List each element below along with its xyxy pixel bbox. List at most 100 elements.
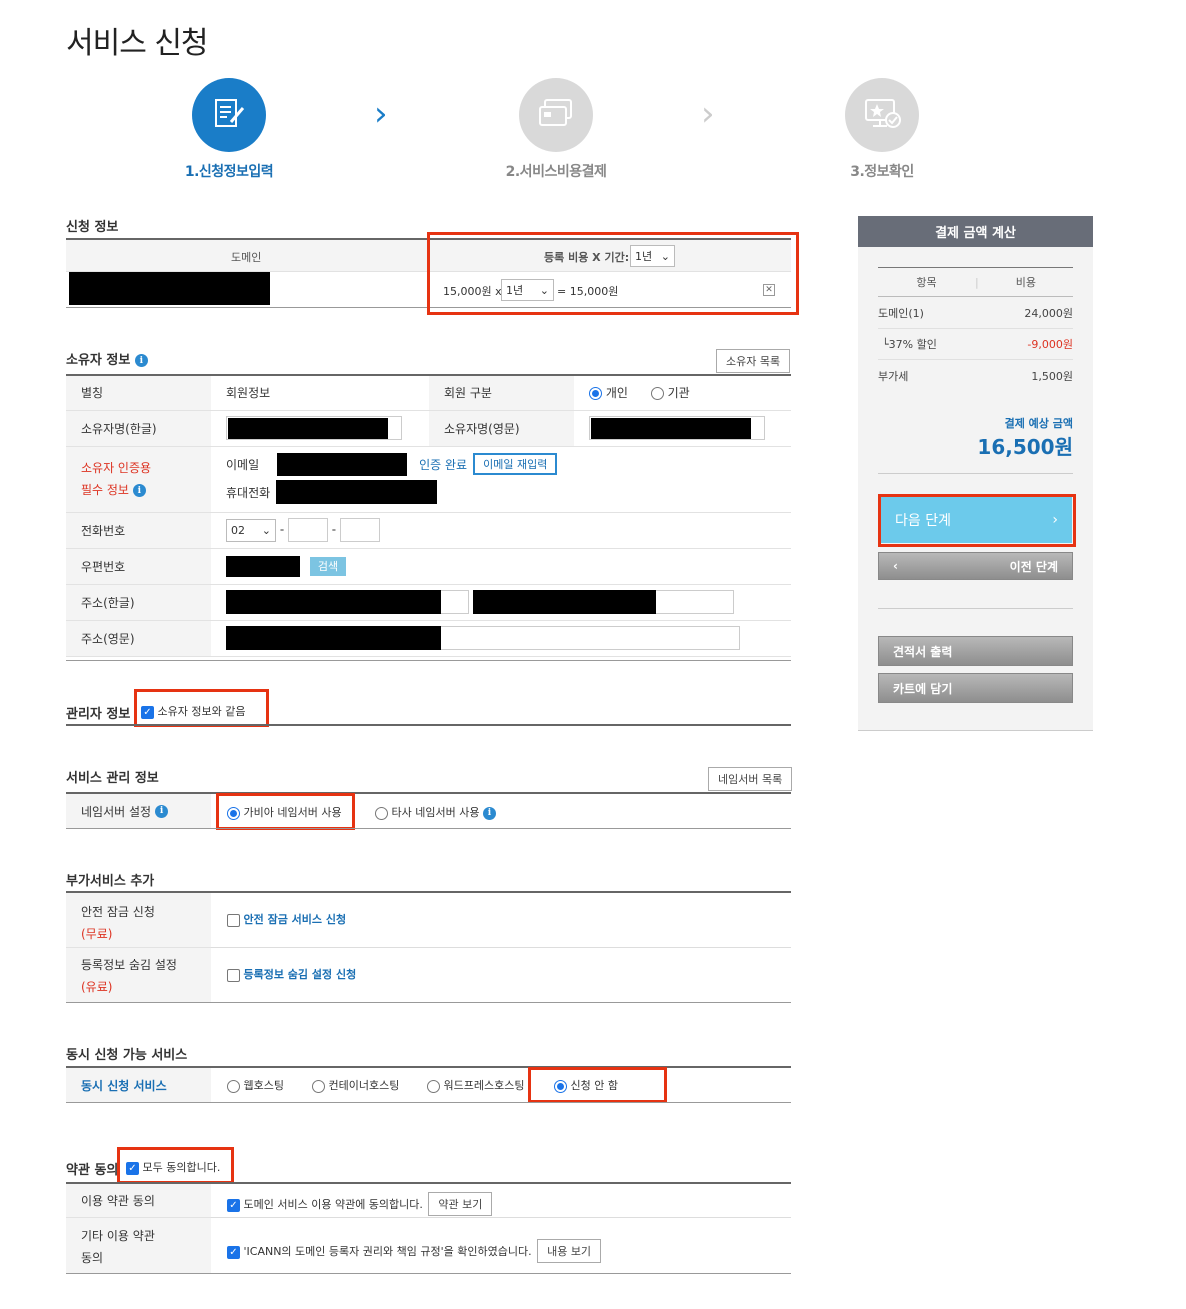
credit-card-icon [536,96,576,135]
view-terms-button[interactable]: 약관 보기 [428,1192,493,1216]
name-kr-input[interactable] [226,416,402,440]
verified-status: 인증 완료 [419,457,468,472]
chevron-left-icon: ‹ [893,559,898,573]
info-icon[interactable]: i [134,354,148,367]
concurrent-webhosting-option: 웹호스팅 [227,1077,284,1093]
sidebar-row-vat: 부가세 1,500원 [878,369,1073,383]
redacted-field [226,590,441,614]
addr-en-label: 주소(영문) [66,620,211,657]
phone-cell: 02 ⌄ - - [211,512,791,549]
addr-en-cell [211,620,791,657]
redacted-postal [226,555,300,577]
organization-radio[interactable] [650,387,664,401]
privacy-label: 등록정보 숨김 설정 (유료) [66,948,211,1002]
postal-label: 우편번호 [66,548,211,585]
phone-area-select[interactable]: 02 ⌄ [226,518,276,542]
addr-en-input[interactable] [226,626,740,650]
info-icon[interactable]: i [482,806,496,820]
form-edit-icon [211,96,247,135]
expected-value: 16,500원 [977,435,1073,459]
postal-search-button[interactable]: 검색 [309,556,347,576]
terms-section-title: 약관 동의 [66,1163,119,1178]
nameserver-list-button[interactable]: 네임서버 목록 [708,767,793,791]
step-3-label: 3.정보확인 [850,164,914,180]
email-reenter-button[interactable]: 이메일 재입력 [473,453,558,475]
email-label: 이메일 [226,457,260,472]
col-domain: 도메인 [231,251,262,264]
phone-last-input[interactable] [339,518,380,542]
view-content-button[interactable]: 내용 보기 [537,1239,602,1263]
postal-cell: 검색 [211,548,791,585]
usage-terms-checkbox[interactable]: ✓ [227,1198,240,1212]
quote-print-button[interactable]: 견적서 출력 [878,636,1073,666]
divider [211,1217,791,1218]
chevron-right-icon: › [374,94,388,134]
lock-label: 안전 잠금 신청 (무료) [66,893,211,948]
info-icon[interactable]: i [155,804,169,818]
sidebar-row-discount: └37% 할인 -9,000원 [878,329,1073,360]
highlight-box [427,232,799,315]
prev-step-button[interactable]: ‹ 이전 단계 [878,552,1073,580]
sidebar-row-domain: 도메인(1) 24,000원 [878,297,1073,329]
service-section-title: 서비스 관리 정보 [66,771,159,786]
lock-option: 안전 잠금 서비스 신청 [227,911,346,927]
owner-section-title: 소유자 정보 i [66,349,148,368]
concurrent-section-title: 동시 신청 가능 서비스 [66,1048,188,1063]
divider [878,608,1073,609]
admin-section-title: 관리자 정보 [66,707,131,722]
divider [66,1273,791,1274]
email-row: 이메일 인증 완료 이메일 재입력 [226,451,791,477]
redacted-email [277,452,408,476]
auth-label-line1: 소유자 인증용 [81,461,152,475]
container-radio[interactable] [312,1079,325,1093]
owner-table: 별칭 회원정보 회원 구분 개인 기관 소유자명(한글) 소유자명(영문) 소유… [66,376,791,657]
member-type-label: 회원 구분 [429,376,574,411]
usage-terms-option: ✓ 도메인 서비스 이용 약관에 동의합니다. 약관 보기 [227,1192,493,1216]
info-icon[interactable]: i [132,484,146,497]
addr-kr-input-1[interactable] [226,590,469,614]
privacy-checkbox[interactable] [227,968,240,982]
chevron-down-icon: ⌄ [261,523,271,537]
phone-middle-input[interactable] [287,518,328,542]
usage-terms-label: 이용 약관 동의 [66,1184,211,1218]
lock-checkbox[interactable] [227,913,240,927]
chevron-right-icon: › [701,94,715,134]
add-to-cart-button[interactable]: 카트에 담기 [878,673,1073,703]
redacted-field [472,590,656,614]
name-en-input[interactable] [589,416,765,440]
divider [211,947,791,948]
alias-label: 별칭 [66,376,211,411]
wordpress-radio[interactable] [427,1079,440,1093]
highlight-box [216,793,355,830]
owner-list-button[interactable]: 소유자 목록 [716,349,791,373]
member-type-radios: 개인 기관 [574,376,791,411]
concurrent-container-option: 컨테이너호스팅 [312,1077,399,1093]
etc-terms-checkbox[interactable]: ✓ [227,1245,240,1259]
step-3-circle [845,78,919,152]
divider [878,473,1073,474]
divider [66,828,791,829]
divider [66,1002,791,1003]
redacted-mobile [276,480,438,504]
auth-label: 소유자 인증용 필수 정보 i [66,446,211,513]
addr-kr-input-2[interactable] [472,590,734,614]
ns-other-radio[interactable] [375,806,388,820]
personal-radio[interactable] [589,387,602,401]
name-kr-label: 소유자명(한글) [66,410,211,447]
mobile-label: 휴대전화 [226,485,271,500]
application-section-title: 신청 정보 [66,220,119,235]
page-title: 서비스 신청 [66,26,209,61]
divider [66,724,791,726]
webhosting-radio[interactable] [227,1079,240,1093]
ns-other-option: 타사 네임서버 사용 i [375,804,496,820]
redacted-domain [69,272,270,305]
redacted-field [226,626,441,650]
name-en-label: 소유자명(영문) [429,410,574,447]
redacted-field [228,418,388,439]
name-en-cell [574,410,791,447]
addon-section-title: 부가서비스 추가 [66,874,155,889]
alias-value: 회원정보 [211,376,429,411]
step-2-circle [519,78,593,152]
divider [66,660,791,661]
sidebar-title: 결제 금액 계산 [858,216,1093,247]
